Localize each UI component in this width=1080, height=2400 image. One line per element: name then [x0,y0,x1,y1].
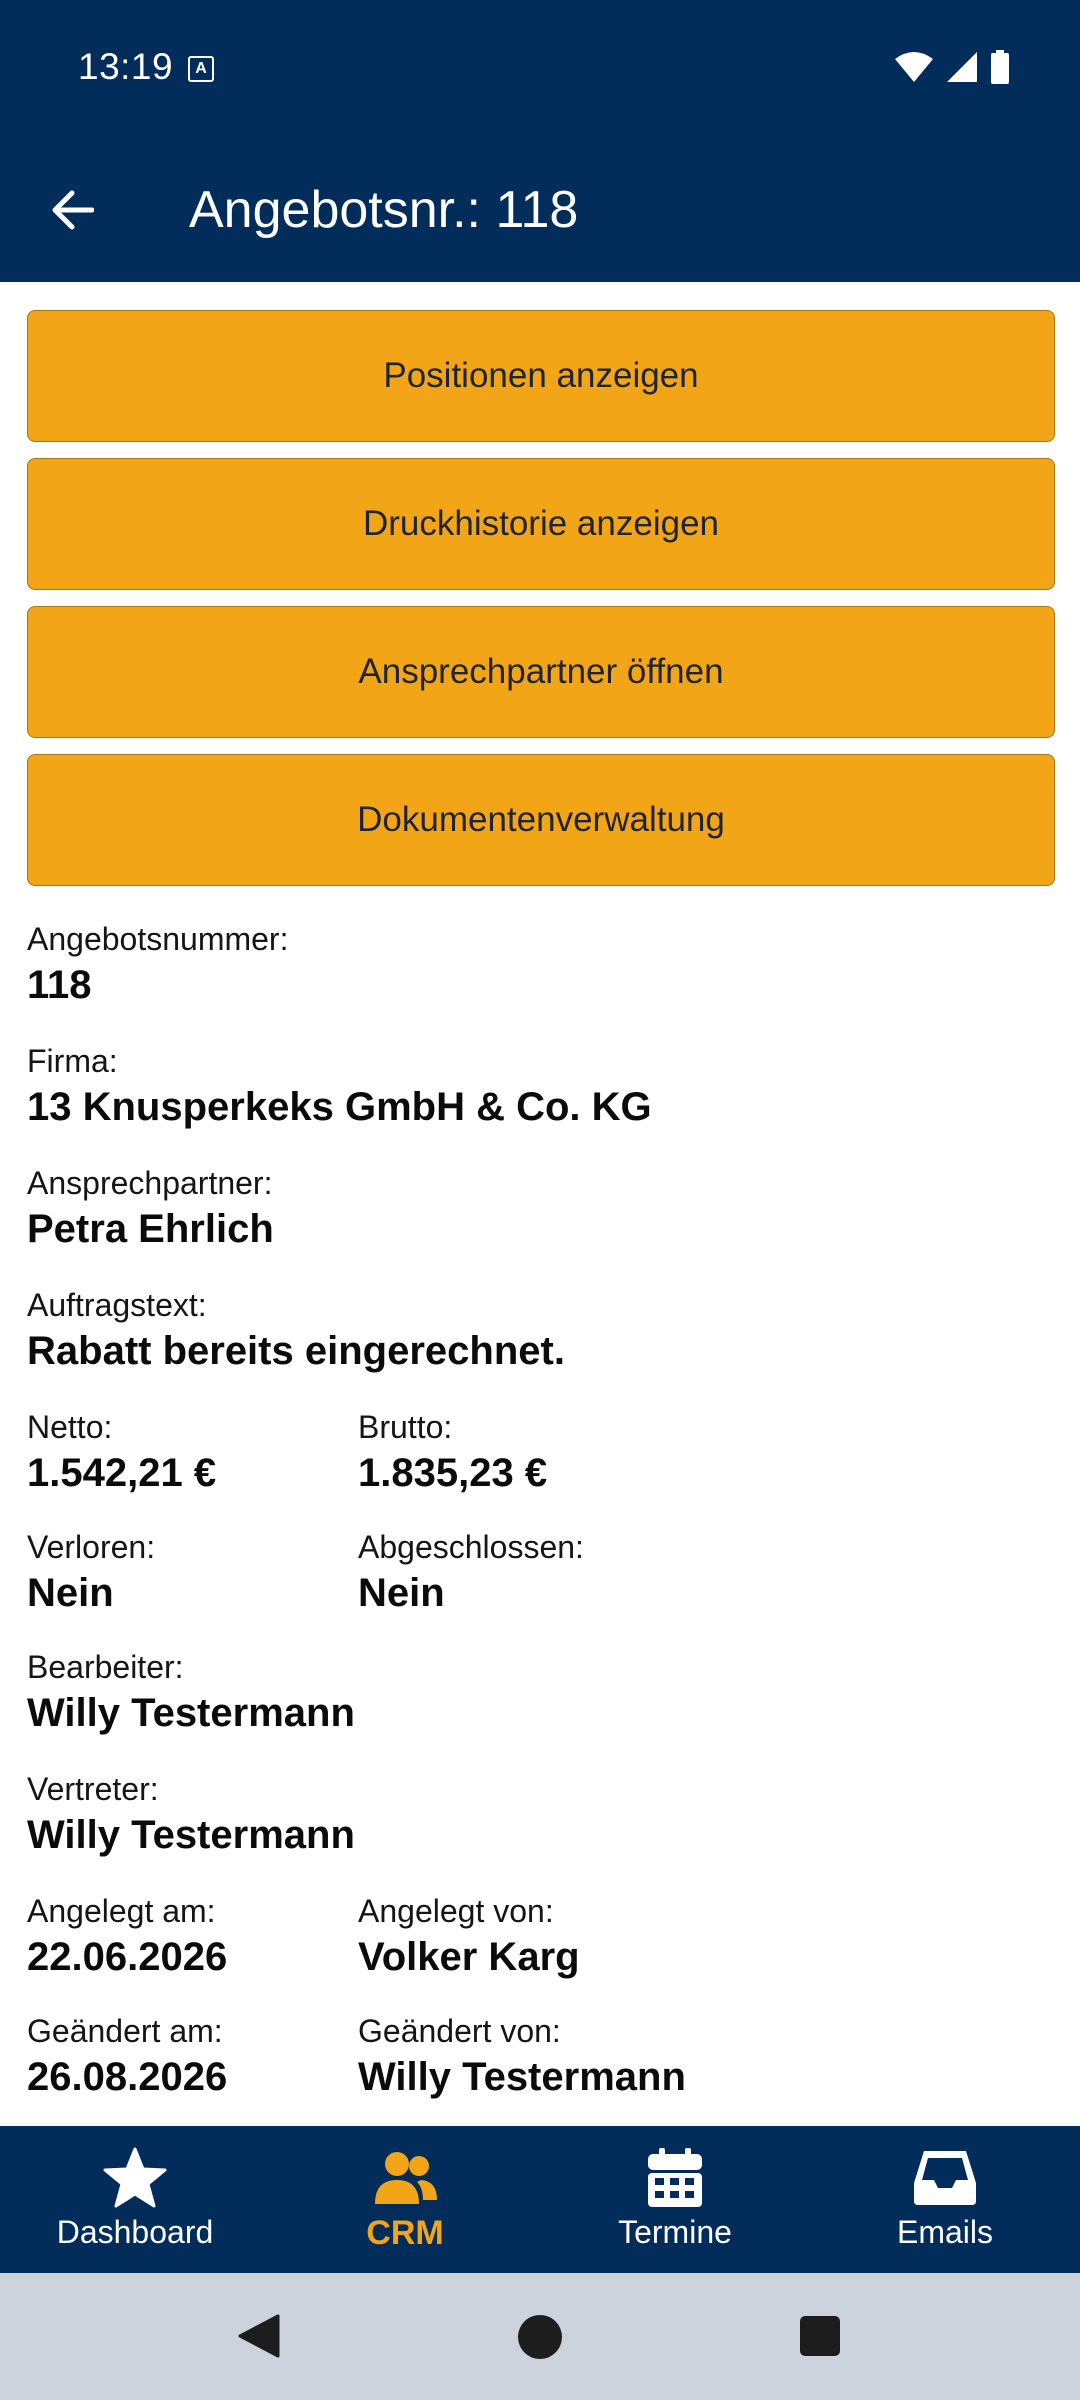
nav-item-termine[interactable]: Termine [540,2126,810,2273]
field-ansprechpartner: Ansprechpartner: Petra Ehrlich [27,1164,1055,1286]
inbox-icon [912,2146,978,2210]
star-icon [103,2146,167,2210]
offer-details: Angebotsnummer: 118 Firma: 13 Knusperkek… [27,920,1055,2132]
field-label: Brutto: [358,1409,453,1445]
field-value: Willy Testermann [358,2055,686,2099]
action-buttons: Positionen anzeigen Druckhistorie anzeig… [27,310,1055,902]
show-print-history-button[interactable]: Druckhistorie anzeigen [27,458,1055,590]
field-geaendert-am: Geändert am: 26.08.2026 [27,2012,358,2132]
field-value: Petra Ehrlich [27,1207,274,1251]
bottom-navigation: Dashboard CRM Termine Emails [0,2126,1080,2273]
row-modified: Geändert am: 26.08.2026 Geändert von: Wi… [27,2012,1055,2132]
field-label: Netto: [27,1409,113,1445]
field-value: Nein [27,1571,114,1615]
nav-label: Termine [618,2214,732,2250]
field-value: Willy Testermann [27,1691,355,1735]
row-created: Angelegt am: 22.06.2026 Angelegt von: Vo… [27,1892,1055,2012]
field-value: 118 [27,963,92,1007]
wifi-icon [895,52,933,82]
field-label: Verloren: [27,1529,156,1565]
battery-icon [991,50,1009,84]
field-label: Abgeschlossen: [358,1529,584,1565]
nav-item-dashboard[interactable]: Dashboard [0,2126,270,2273]
field-auftragstext: Auftragstext: Rabatt bereits eingerechne… [27,1286,1055,1408]
calendar-icon [646,2146,704,2210]
field-bearbeiter: Bearbeiter: Willy Testermann [27,1648,1055,1770]
field-label: Vertreter: [27,1771,159,1807]
field-value: Willy Testermann [27,1813,355,1857]
nav-label: Emails [896,2214,993,2250]
field-value: 1.542,21 € [27,1451,217,1495]
field-value: 13 Knusperkeks GmbH & Co. KG [27,1085,652,1129]
system-recents-icon[interactable] [800,2316,840,2356]
field-value: 26.08.2026 [27,2055,228,2099]
row-prices: Netto: 1.542,21 € Brutto: 1.835,23 € [27,1408,1055,1528]
field-abgeschlossen: Abgeschlossen: Nein [358,1528,958,1648]
users-icon [371,2146,439,2210]
nav-label: Dashboard [56,2214,214,2250]
status-icons [894,50,1010,84]
row-status: Verloren: Nein Abgeschlossen: Nein [27,1528,1055,1648]
field-value: 1.835,23 € [358,1451,548,1495]
field-angebotsnummer: Angebotsnummer: 118 [27,920,1055,1042]
field-label: Bearbeiter: [27,1649,184,1685]
field-vertreter: Vertreter: Willy Testermann [27,1770,1055,1892]
field-angelegt-von: Angelegt von: Volker Karg [358,1892,958,2012]
show-positions-button[interactable]: Positionen anzeigen [27,310,1055,442]
page-title: Angebotsnr.: 118 [189,181,579,239]
arrow-left-icon [52,190,94,230]
notification-icon: A [188,56,214,82]
field-label: Geändert von: [358,2013,561,2049]
field-value: 22.06.2026 [27,1935,228,1979]
field-netto: Netto: 1.542,21 € [27,1408,358,1528]
field-label: Firma: [27,1043,118,1079]
field-geaendert-von: Geändert von: Willy Testermann [358,2012,958,2132]
app-header: 13:19 A Angebotsnr.: 118 [0,0,1080,282]
document-management-button[interactable]: Dokumentenverwaltung [27,754,1055,886]
field-label: Angebotsnummer: [27,921,289,957]
open-contact-button[interactable]: Ansprechpartner öffnen [27,606,1055,738]
system-back-icon[interactable] [236,2313,280,2359]
nav-item-emails[interactable]: Emails [810,2126,1080,2273]
nav-item-crm[interactable]: CRM [270,2126,540,2273]
field-verloren: Verloren: Nein [27,1528,358,1648]
field-firma: Firma: 13 Knusperkeks GmbH & Co. KG [27,1042,1055,1164]
nav-label: CRM [366,2214,444,2252]
field-value: Nein [358,1571,445,1615]
field-angelegt-am: Angelegt am: 22.06.2026 [27,1892,358,2012]
field-value: Volker Karg [358,1935,580,1979]
back-button[interactable] [40,178,104,242]
field-label: Ansprechpartner: [27,1165,273,1201]
field-label: Auftragstext: [27,1287,207,1323]
status-time: 13:19 [78,46,174,87]
field-value: Rabatt bereits eingerechnet. [27,1329,565,1373]
field-label: Geändert am: [27,2013,223,2049]
field-brutto: Brutto: 1.835,23 € [358,1408,958,1528]
field-label: Angelegt am: [27,1893,216,1929]
signal-icon [947,52,977,82]
field-label: Angelegt von: [358,1893,554,1929]
system-navigation-bar [0,2273,1080,2400]
system-home-icon[interactable] [518,2315,562,2359]
